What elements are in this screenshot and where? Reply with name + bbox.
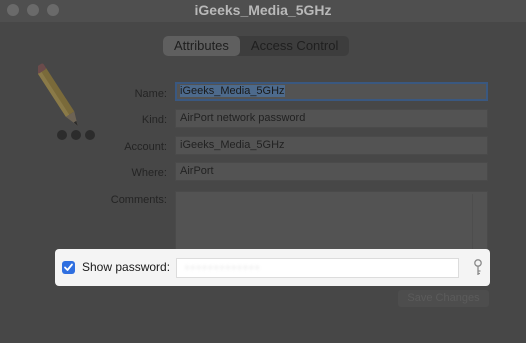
comments-scrollbar[interactable] [472,194,481,250]
key-icon[interactable] [473,258,483,278]
password-value-obscured: ••••••••••••• [185,262,262,274]
comments-label: Comments: [110,194,167,206]
keychain-item-window: iGeeks_Media_5GHz Attributes Access Cont… [0,0,526,343]
show-password-checkbox[interactable] [62,261,75,274]
tab-access-control[interactable]: Access Control [240,36,349,56]
window-title: iGeeks_Media_5GHz [194,2,332,18]
where-label: Where: [131,167,167,179]
where-field[interactable]: AirPort [175,162,488,181]
kind-label: Kind: [141,114,167,126]
account-label: Account: [124,141,167,153]
password-field[interactable]: ••••••••••••• [176,258,459,278]
account-field[interactable]: iGeeks_Media_5GHz [175,136,488,155]
name-label: Name: [134,88,167,100]
comments-textarea[interactable] [175,191,488,253]
title-bar: iGeeks_Media_5GHz [0,0,526,22]
tab-bar: Attributes Access Control [163,36,350,56]
show-password-label: Show password: [82,260,171,274]
name-field[interactable]: iGeeks_Media_5GHz [175,82,488,101]
checkmark-icon [64,263,73,271]
name-field-value: iGeeks_Media_5GHz [180,85,285,97]
show-password-panel: Show password: ••••••••••••• [55,249,490,286]
pencil-icon [38,63,95,140]
kind-field[interactable]: AirPort network password [175,109,488,128]
save-changes-button[interactable]: Save Changes [398,290,489,307]
tab-attributes[interactable]: Attributes [163,36,240,56]
